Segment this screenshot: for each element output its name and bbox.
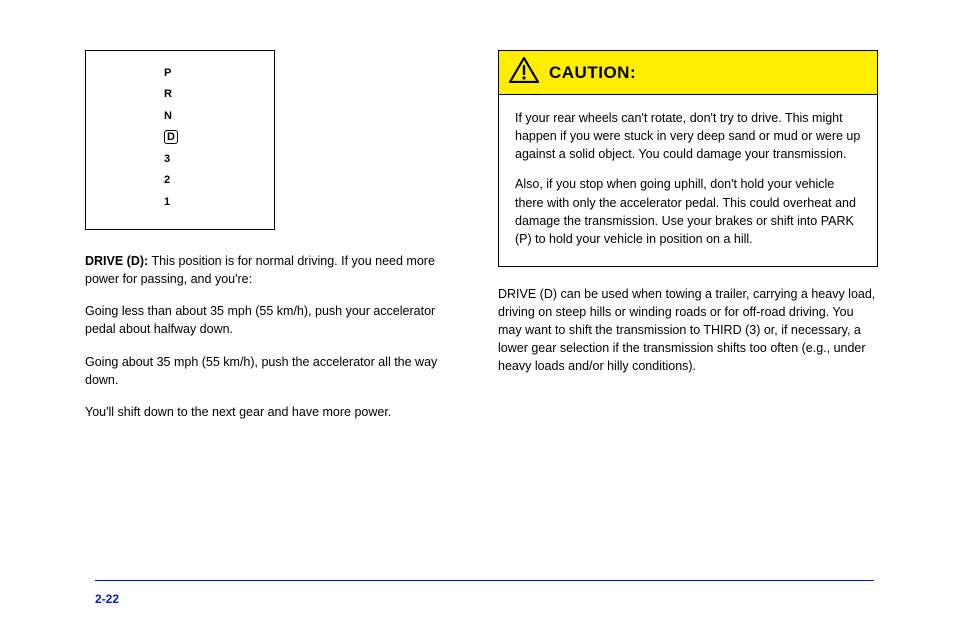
caution-box: CAUTION: If your rear wheels can't rotat…: [498, 50, 878, 267]
gear-list: PRND 321: [164, 63, 274, 213]
gear-position: N: [164, 106, 274, 127]
right-paragraph: DRIVE (D) can be used when towing a trai…: [498, 285, 878, 376]
caution-paragraph-2: Also, if you stop when going uphill, don…: [515, 175, 861, 248]
gear-position: R: [164, 84, 274, 105]
left-column: PRND 321 DRIVE (D): This position is for …: [85, 50, 455, 435]
gear-position: 3: [164, 149, 274, 170]
caution-body: If your rear wheels can't rotate, don't …: [499, 95, 877, 266]
footer-rule: [95, 580, 874, 581]
drive-bullet-1: Going less than about 35 mph (55 km/h), …: [85, 302, 455, 338]
gear-position-selected: D: [164, 130, 178, 144]
warning-icon: [509, 57, 539, 88]
page: PRND 321 DRIVE (D): This position is for …: [0, 0, 954, 636]
page-number: 2-22: [95, 592, 119, 606]
gear-position: 1: [164, 192, 274, 213]
right-column: CAUTION: If your rear wheels can't rotat…: [498, 50, 878, 390]
gear-position: D: [164, 127, 274, 148]
caution-header: CAUTION:: [499, 51, 877, 95]
gear-indicator-box: PRND 321: [85, 50, 275, 230]
drive-description: DRIVE (D): This position is for normal d…: [85, 252, 455, 288]
caution-title: CAUTION:: [549, 63, 636, 83]
caution-paragraph-1: If your rear wheels can't rotate, don't …: [515, 109, 861, 163]
gear-position: 2: [164, 170, 274, 191]
drive-label: DRIVE (D):: [85, 254, 148, 268]
drive-bullet-2: Going about 35 mph (55 km/h), push the a…: [85, 353, 455, 389]
drive-closing: You'll shift down to the next gear and h…: [85, 403, 455, 421]
gear-position: P: [164, 63, 274, 84]
